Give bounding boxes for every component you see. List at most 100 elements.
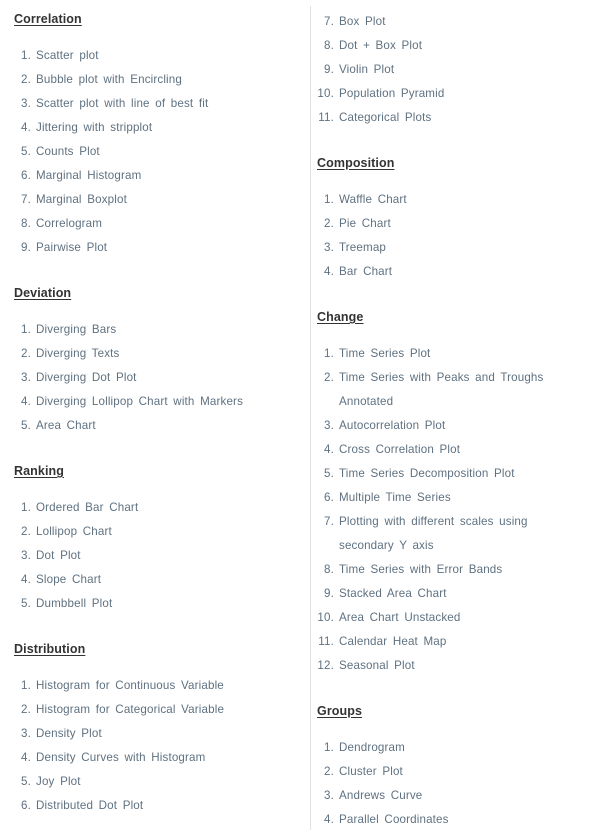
list-item-label: Parallel Coordinates [339, 813, 449, 826]
section-distribution: Distribution 1. Histogram for Continuous V… [14, 642, 287, 818]
list-item[interactable]: 1. Diverging Bars [14, 318, 287, 342]
left-column: Correlation 1. Scatter plot 2. Bubble plot w… [0, 0, 295, 835]
list-item-label: Diverging Texts [36, 347, 120, 360]
list-item[interactable]: 3. Density Plot [14, 722, 287, 746]
list-item[interactable]: 2. Diverging Texts [14, 342, 287, 366]
list-item[interactable]: 4. Jittering with stripplot [14, 116, 287, 140]
list-item-label: Diverging Lollipop Chart with Markers [36, 395, 244, 408]
list-item-number: 3. [21, 371, 31, 384]
list-item[interactable]: 1. Histogram for Continuous Variable [14, 674, 287, 698]
list-item[interactable]: 11. Categorical Plots [317, 106, 582, 130]
list-item-number: 4. [324, 443, 334, 456]
list-item-label: Bar Chart [339, 265, 393, 278]
list-item[interactable]: 1. Ordered Bar Chart [14, 496, 287, 520]
list-item-number: 2. [21, 73, 31, 86]
list-item[interactable]: 3. Dot Plot [14, 544, 287, 568]
list-item[interactable]: 2. Bubble plot with Encircling [14, 68, 287, 92]
list-item[interactable]: 6. Marginal Histogram [14, 164, 287, 188]
list-item-label: Population Pyramid [339, 87, 445, 100]
document-page: Correlation 1. Scatter plot 2. Bubble plot w… [0, 0, 590, 835]
list-item[interactable]: 3. Treemap [317, 236, 582, 260]
list-item[interactable]: 3. Autocorrelation Plot [317, 414, 582, 438]
list-item-number: 2. [324, 765, 334, 778]
list-item[interactable]: 1. Scatter plot [14, 44, 287, 68]
list-item[interactable]: 11. Calendar Heat Map [317, 630, 582, 654]
list-item[interactable]: 6. Distributed Dot Plot [14, 794, 287, 818]
list-item[interactable]: 1. Time Series Plot [317, 342, 582, 366]
list-item-label: Bubble plot with Encircling [36, 73, 182, 86]
list-item[interactable]: 7. Plotting with different scales using s… [317, 510, 582, 558]
list-item-number: 6. [21, 169, 31, 182]
list-item-label: Pie Chart [339, 217, 391, 230]
list-item[interactable]: 9. Stacked Area Chart [317, 582, 582, 606]
list-item-label: Stacked Area Chart [339, 587, 447, 600]
list-item-number: 10. [317, 87, 334, 100]
list-item[interactable]: 10. Population Pyramid [317, 82, 582, 106]
list-item[interactable]: 9. Pairwise Plot [14, 236, 287, 260]
list-item-label: Dot + Box Plot [339, 39, 423, 52]
list-item[interactable]: 4. Bar Chart [317, 260, 582, 284]
list-item-label: Waffle Chart [339, 193, 407, 206]
list-item[interactable]: 8. Dot + Box Plot [317, 34, 582, 58]
list-item[interactable]: 4. Cross Correlation Plot [317, 438, 582, 462]
item-list: 1. Ordered Bar Chart 2. Lollipop Chart 3. Dot… [14, 496, 287, 616]
list-item[interactable]: 2. Pie Chart [317, 212, 582, 236]
list-item[interactable]: 5. Dumbbell Plot [14, 592, 287, 616]
section-heading: Composition [317, 156, 395, 170]
section-ranking: Ranking 1. Ordered Bar Chart 2. Lollipop Cha… [14, 464, 287, 616]
list-item[interactable]: 3. Scatter plot with line of best fit [14, 92, 287, 116]
list-item-label: Multiple Time Series [339, 491, 451, 504]
list-item[interactable]: 7. Marginal Boxplot [14, 188, 287, 212]
list-item-label: Time Series with Error Bands [339, 563, 503, 576]
list-item[interactable]: 2. Histogram for Categorical Variable [14, 698, 287, 722]
list-item[interactable]: 4. Parallel Coordinates [317, 808, 582, 832]
list-item-label: Cross Correlation Plot [339, 443, 461, 456]
list-item-number: 5. [21, 145, 31, 158]
list-item-number: 8. [324, 563, 334, 576]
list-item-label: Marginal Histogram [36, 169, 142, 182]
list-item[interactable]: 5. Counts Plot [14, 140, 287, 164]
list-item-label: Correlogram [36, 217, 103, 230]
list-item-label: Area Chart Unstacked [339, 611, 461, 624]
list-item-label: Calendar Heat Map [339, 635, 447, 648]
list-item-label: Histogram for Categorical Variable [36, 703, 225, 716]
list-item[interactable]: 6. Multiple Time Series [317, 486, 582, 510]
list-item[interactable]: 1. Waffle Chart [317, 188, 582, 212]
list-item-number: 3. [21, 97, 31, 110]
list-item-number: 2. [21, 703, 31, 716]
item-list: 1. Dendrogram 2. Cluster Plot 3. Andrews Curv… [317, 736, 582, 832]
section-heading: Change [317, 310, 364, 324]
list-item-label: Scatter plot [36, 49, 99, 62]
list-item-label: Andrews Curve [339, 789, 423, 802]
list-item-number: 4. [21, 395, 31, 408]
list-item[interactable]: 2. Time Series with Peaks and Troughs Ann… [317, 366, 582, 414]
list-item[interactable]: 8. Correlogram [14, 212, 287, 236]
list-item[interactable]: 1. Dendrogram [317, 736, 582, 760]
list-item[interactable]: 5. Area Chart [14, 414, 287, 438]
list-item[interactable]: 5. Joy Plot [14, 770, 287, 794]
list-item-label: Scatter plot with line of best fit [36, 97, 209, 110]
list-item[interactable]: 4. Diverging Lollipop Chart with Markers [14, 390, 287, 414]
list-item[interactable]: 5. Time Series Decomposition Plot [317, 462, 582, 486]
list-item-number: 4. [21, 573, 31, 586]
list-item-number: 9. [324, 63, 334, 76]
list-item[interactable]: 8. Time Series with Error Bands [317, 558, 582, 582]
list-item[interactable]: 3. Diverging Dot Plot [14, 366, 287, 390]
list-item[interactable]: 7. Box Plot [317, 10, 582, 34]
list-item[interactable]: 2. Cluster Plot [317, 760, 582, 784]
list-item[interactable]: 12. Seasonal Plot [317, 654, 582, 678]
list-item[interactable]: 9. Violin Plot [317, 58, 582, 82]
section-composition: Composition 1. Waffle Chart 2. Pie Chart 3. Tr… [317, 156, 582, 284]
list-item-number: 11. [318, 635, 334, 648]
list-item[interactable]: 4. Density Curves with Histogram [14, 746, 287, 770]
list-item[interactable]: 3. Andrews Curve [317, 784, 582, 808]
list-item[interactable]: 4. Slope Chart [14, 568, 287, 592]
list-item-label: Pairwise Plot [36, 241, 108, 254]
list-item[interactable]: 10. Area Chart Unstacked [317, 606, 582, 630]
list-item[interactable]: 2. Lollipop Chart [14, 520, 287, 544]
